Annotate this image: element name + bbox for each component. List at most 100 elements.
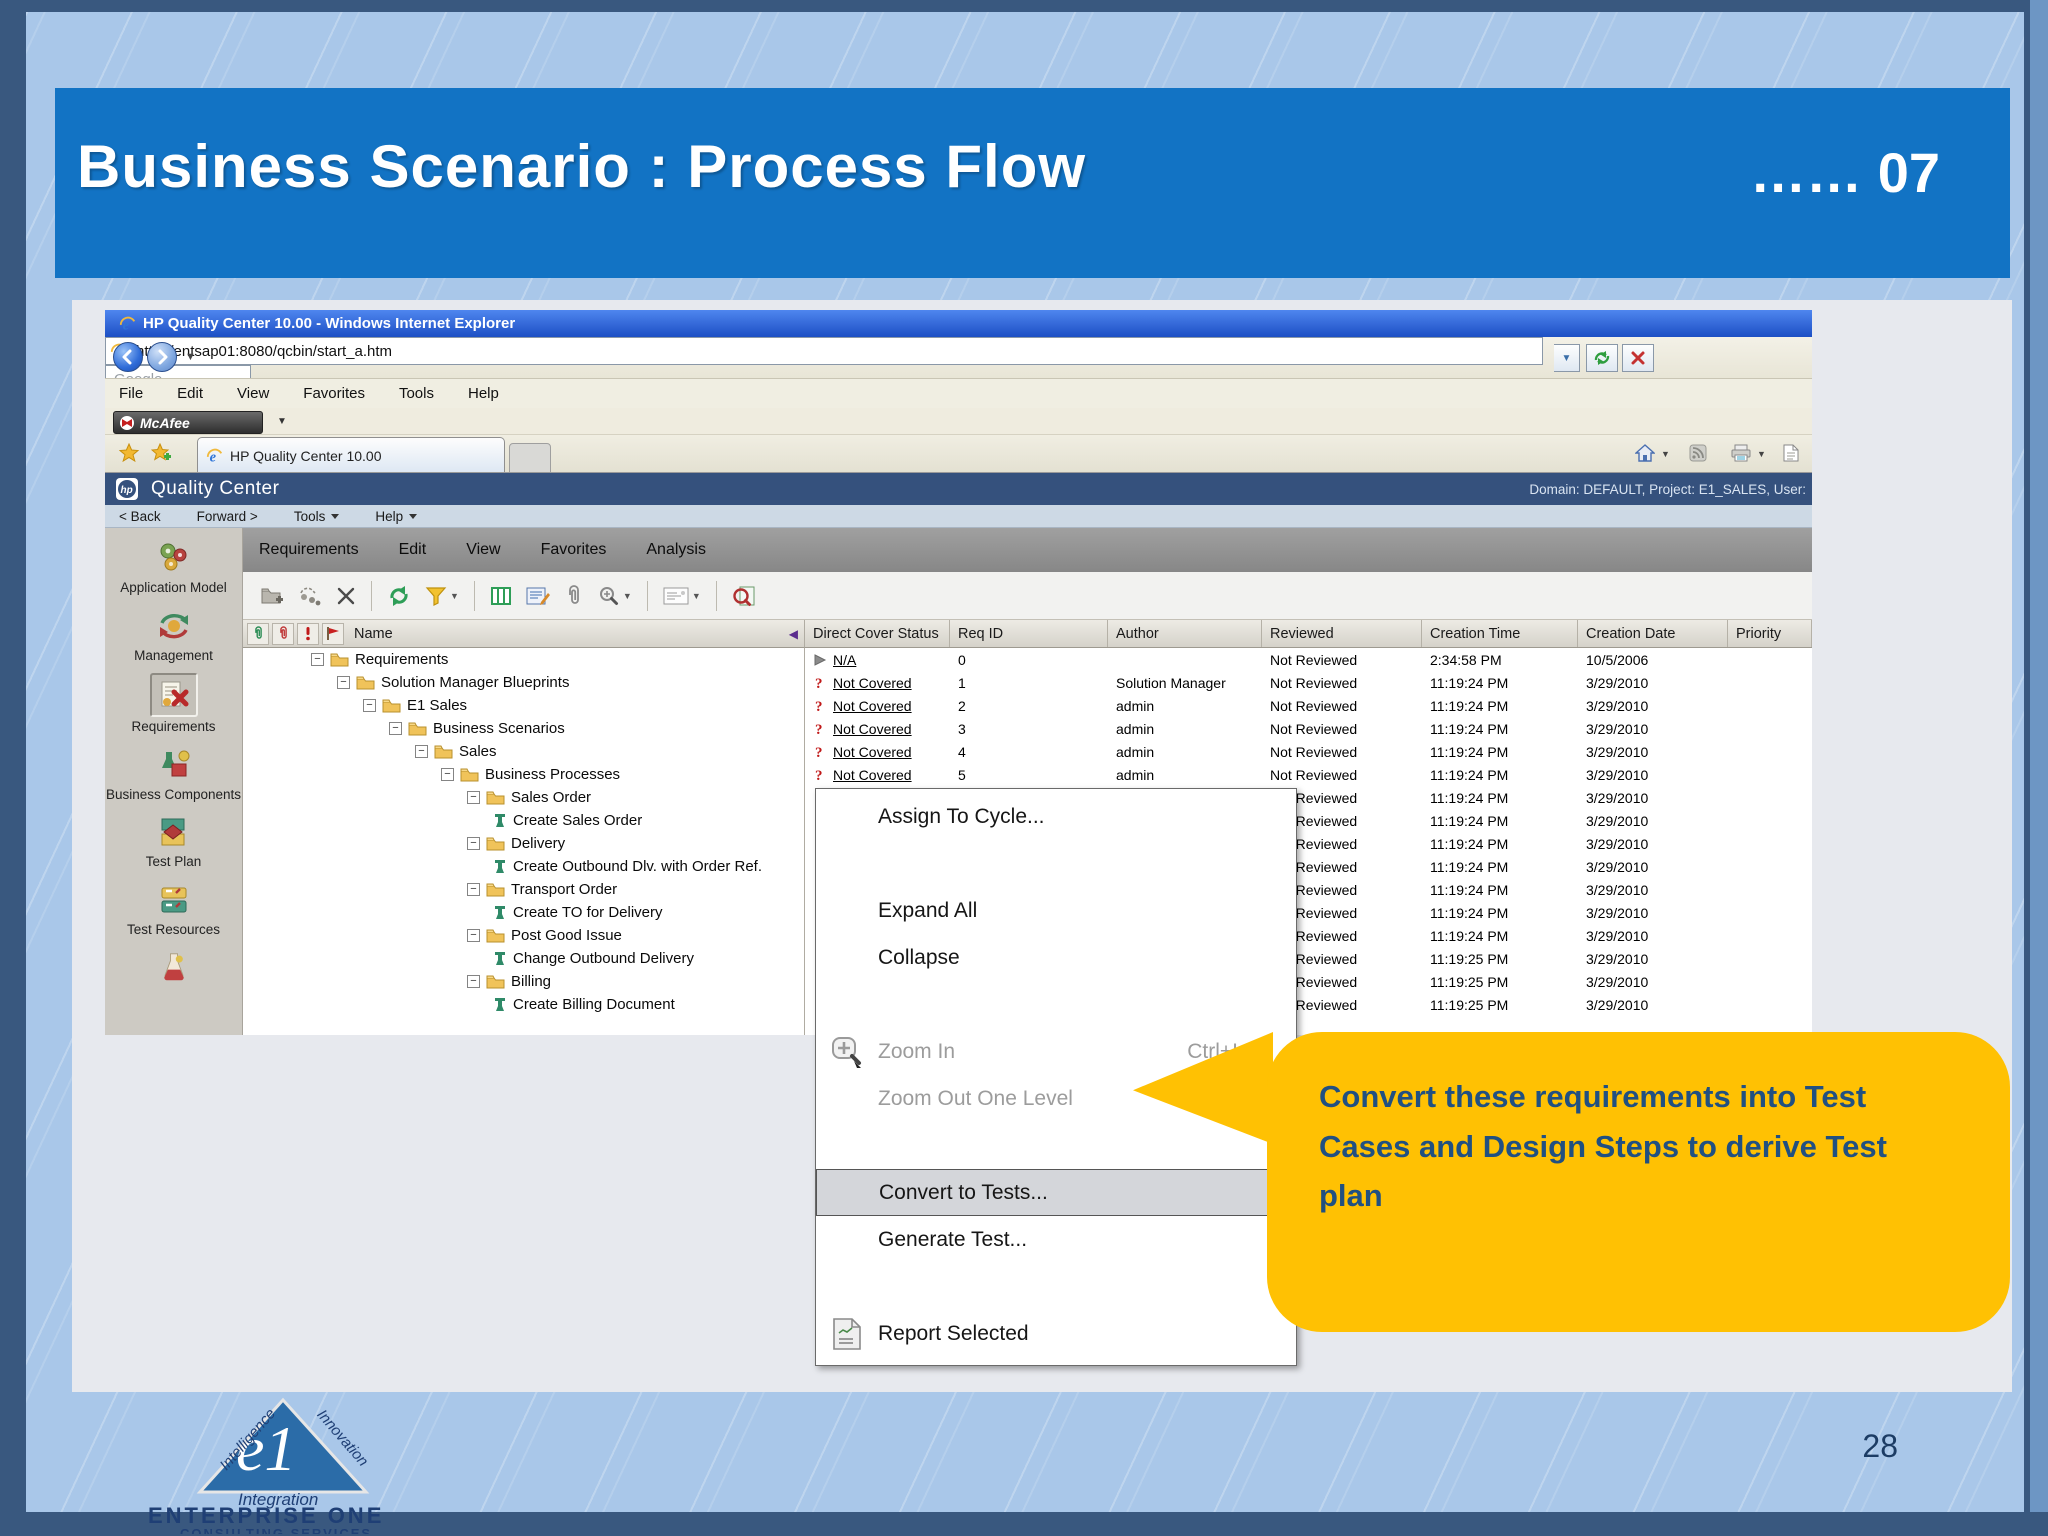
tree-row[interactable]: − E1 Sales	[243, 694, 804, 717]
context-menu-item-expand-all[interactable]: Expand All	[816, 887, 1296, 934]
browser-menu-item[interactable]: Help	[468, 385, 499, 402]
zoom-tool-button[interactable]: ▼	[591, 578, 639, 614]
browser-menu-item[interactable]: View	[237, 385, 269, 402]
tree-row[interactable]: Create Billing Document	[243, 993, 804, 1016]
tree-node-label[interactable]: Billing	[511, 973, 551, 990]
cell-status[interactable]: N/A	[805, 648, 950, 671]
alert-icon[interactable]	[297, 622, 319, 645]
tree-row[interactable]: − Post Good Issue	[243, 924, 804, 947]
requirements-tree-pane[interactable]: − Requirements − Solution Manager Bluepr…	[243, 648, 805, 1035]
tree-node-label[interactable]: Create Outbound Dlv. with Order Ref.	[513, 858, 762, 875]
context-menu-item[interactable]	[816, 840, 1296, 887]
table-row[interactable]: N/A 0 Not Reviewed 2:34:58 PM 10/5/2006	[805, 648, 1812, 671]
context-menu-item-convert-to-tests[interactable]: Convert to Tests...	[816, 1169, 1296, 1216]
column-header-creation-date[interactable]: Creation Date	[1578, 620, 1728, 647]
home-caret-icon[interactable]: ▼	[1661, 449, 1670, 459]
filter-button[interactable]: ▼	[418, 578, 466, 614]
flag-icon[interactable]	[322, 622, 344, 645]
table-row[interactable]: ? Not Covered 1 Solution Manager Not Reviewe…	[805, 671, 1812, 694]
sidebar-item-test-resources[interactable]: Test Resources	[105, 880, 242, 938]
expand-collapse-icon[interactable]: −	[467, 929, 480, 942]
address-dropdown-button[interactable]: ▼	[1554, 344, 1580, 372]
tree-header[interactable]: Name ◀	[243, 620, 805, 648]
context-menu-item-report-selected[interactable]: Report Selected	[816, 1310, 1296, 1357]
tree-row[interactable]: − Sales	[243, 740, 804, 763]
sidebar-item-partial[interactable]	[105, 947, 242, 989]
home-icon[interactable]	[1635, 444, 1655, 462]
delete-button[interactable]	[329, 578, 363, 614]
qc-nav-item[interactable]: Help	[375, 509, 418, 524]
qc-nav-item[interactable]: < Back	[119, 509, 161, 524]
mcafee-button[interactable]: McAfee	[113, 411, 263, 434]
expand-collapse-icon[interactable]: −	[337, 676, 350, 689]
collapse-pane-arrow-icon[interactable]: ◀	[789, 627, 798, 641]
cell-status[interactable]: ? Not Covered	[805, 717, 950, 740]
cell-status[interactable]: ? Not Covered	[805, 763, 950, 786]
dropdown-caret-icon[interactable]: ▼	[623, 591, 632, 601]
qc-module-menu-item[interactable]: Analysis	[646, 541, 706, 559]
browser-menu-item[interactable]: Favorites	[303, 385, 365, 402]
print-caret-icon[interactable]: ▼	[1757, 449, 1766, 459]
expand-collapse-icon[interactable]: −	[441, 768, 454, 781]
expand-collapse-icon[interactable]: −	[311, 653, 324, 666]
print-icon[interactable]	[1731, 444, 1751, 462]
new-tab-stub[interactable]	[509, 443, 551, 472]
forward-button[interactable]	[147, 342, 177, 372]
mcafee-dropdown-caret-icon[interactable]: ▼	[277, 416, 287, 427]
tree-node-label[interactable]: Create Billing Document	[513, 996, 675, 1013]
details-button[interactable]	[519, 578, 557, 614]
context-menu-item[interactable]	[816, 1122, 1296, 1169]
dropdown-caret-icon[interactable]: ▼	[450, 591, 459, 601]
context-menu-item-generate-test[interactable]: Generate Test...	[816, 1216, 1296, 1263]
expand-collapse-icon[interactable]: −	[389, 722, 402, 735]
tree-node-label[interactable]: Business Processes	[485, 766, 620, 783]
table-row[interactable]: ? Not Covered 5 admin Not Reviewed 11:19:24 P…	[805, 763, 1812, 786]
expand-collapse-icon[interactable]: −	[467, 975, 480, 988]
attachment-red-icon[interactable]	[272, 622, 294, 645]
address-input[interactable]	[134, 341, 1542, 361]
columns-button[interactable]	[483, 578, 519, 614]
qc-module-menu-item[interactable]: Requirements	[259, 541, 359, 559]
sidebar-item-test-plan[interactable]: Test Plan	[105, 812, 242, 870]
qc-module-menu-item[interactable]: View	[466, 541, 500, 559]
add-favorite-star-plus-icon[interactable]	[151, 443, 171, 463]
tree-row[interactable]: − Business Processes	[243, 763, 804, 786]
tree-row[interactable]: − Transport Order	[243, 878, 804, 901]
table-header-row[interactable]: Direct Cover Status Req ID Author Reviewed C…	[805, 620, 1812, 648]
context-menu-item-assign-to-cycle[interactable]: Assign To Cycle...	[816, 793, 1296, 840]
expand-collapse-icon[interactable]: −	[467, 791, 480, 804]
back-button[interactable]	[113, 342, 143, 372]
sidebar-item-business-components[interactable]: Business Components	[105, 745, 242, 803]
tree-row[interactable]: − Delivery	[243, 832, 804, 855]
add-child-button[interactable]	[291, 578, 329, 614]
tree-node-label[interactable]: Create Sales Order	[513, 812, 642, 829]
refresh-button[interactable]	[1586, 344, 1618, 372]
sidebar-item-requirements[interactable]: Requirements	[105, 673, 242, 735]
cell-status[interactable]: ? Not Covered	[805, 694, 950, 717]
qc-module-menu-item[interactable]: Edit	[399, 541, 427, 559]
table-row[interactable]: ? Not Covered 4 admin Not Reviewed 11:19:24 P…	[805, 740, 1812, 763]
column-header-creation-time[interactable]: Creation Time	[1422, 620, 1578, 647]
browser-menu-item[interactable]: Tools	[399, 385, 434, 402]
qc-nav-item[interactable]: Forward >	[197, 509, 258, 524]
tree-row[interactable]: Change Outbound Delivery	[243, 947, 804, 970]
add-folder-button[interactable]	[253, 578, 291, 614]
tree-row[interactable]: Create Outbound Dlv. with Order Ref.	[243, 855, 804, 878]
context-menu-item[interactable]	[816, 981, 1296, 1028]
tree-node-label[interactable]: E1 Sales	[407, 697, 467, 714]
sidebar-item-management[interactable]: Management	[105, 606, 242, 664]
tree-node-label[interactable]: Change Outbound Delivery	[513, 950, 694, 967]
attachment-button[interactable]	[557, 578, 591, 614]
dropdown-caret-icon[interactable]: ▼	[692, 591, 701, 601]
text-field-button[interactable]: ▼	[656, 578, 708, 614]
attachment-green-icon[interactable]	[247, 622, 269, 645]
table-row[interactable]: ? Not Covered 2 admin Not Reviewed 11:19:24 P…	[805, 694, 1812, 717]
tree-node-label[interactable]: Solution Manager Blueprints	[381, 674, 569, 691]
tree-node-label[interactable]: Business Scenarios	[433, 720, 565, 737]
column-header-direct-cover-status[interactable]: Direct Cover Status	[805, 620, 950, 647]
tree-row[interactable]: − Sales Order	[243, 786, 804, 809]
column-header-req-id[interactable]: Req ID	[950, 620, 1108, 647]
tree-row[interactable]: − Solution Manager Blueprints	[243, 671, 804, 694]
favorites-star-icon[interactable]	[119, 443, 139, 463]
page-icon[interactable]	[1783, 444, 1799, 462]
